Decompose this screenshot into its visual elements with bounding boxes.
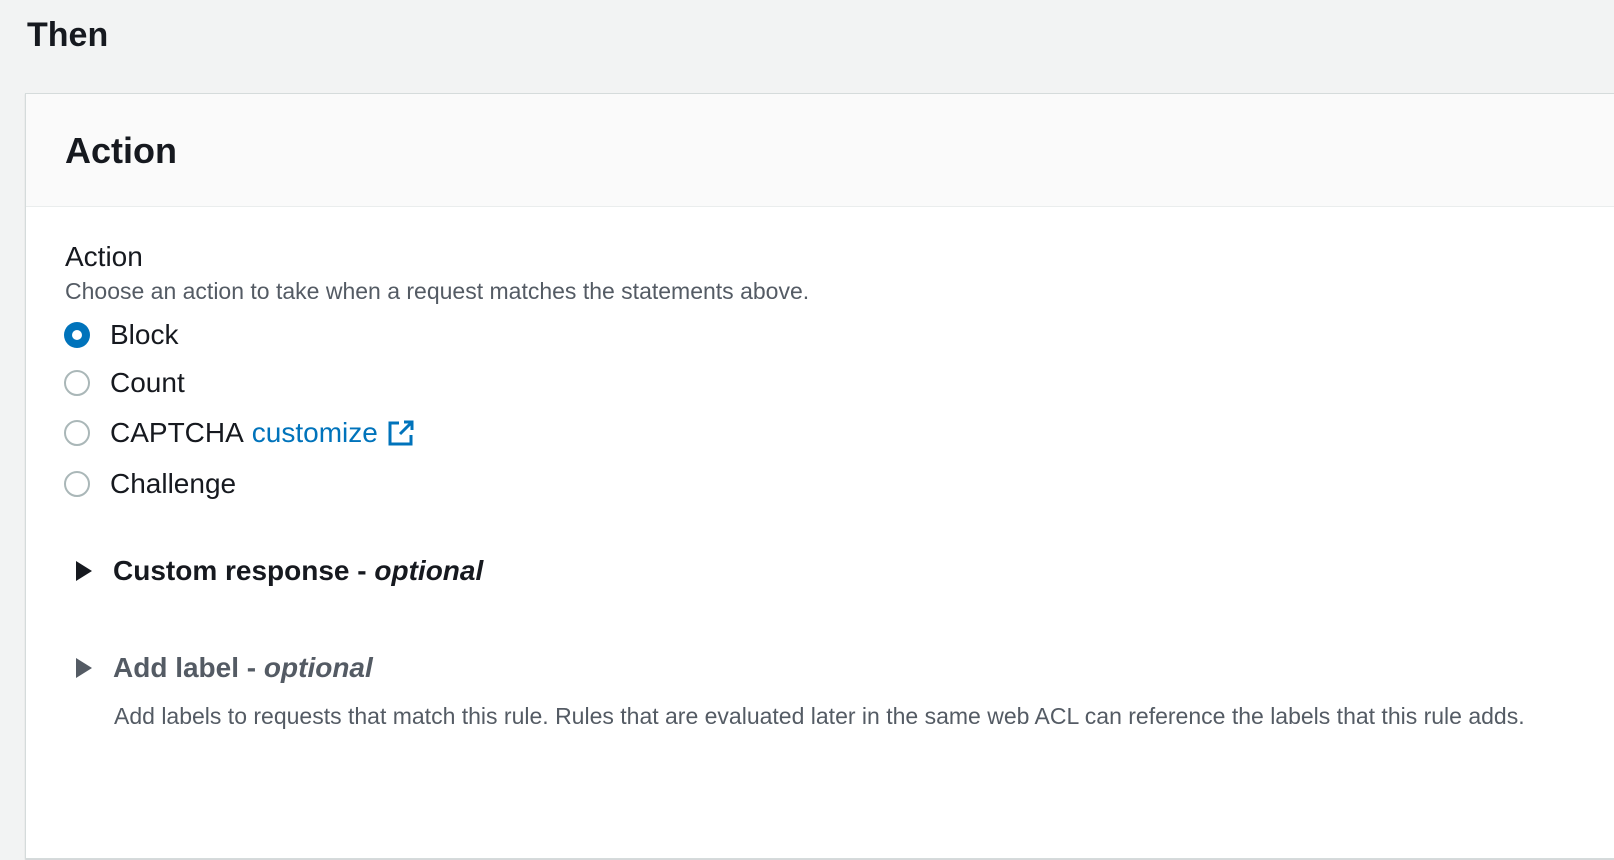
radio-button-count[interactable]	[64, 370, 90, 396]
radio-button-challenge[interactable]	[64, 471, 90, 497]
action-field-description: Choose an action to take when a request …	[65, 278, 810, 304]
radio-label-captcha[interactable]: CAPTCHA	[110, 415, 244, 451]
action-panel: Action Action Choose an action to take w…	[25, 93, 1614, 859]
radio-option-captcha[interactable]: CAPTCHA customize	[64, 413, 415, 453]
custom-response-optional: optional	[374, 555, 484, 586]
radio-button-block[interactable]	[64, 322, 90, 348]
add-label-title[interactable]: Add label - optional	[113, 650, 373, 686]
caret-right-icon[interactable]	[76, 658, 92, 678]
radio-label-count[interactable]: Count	[110, 365, 185, 401]
add-label-optional: optional	[263, 652, 373, 683]
add-label-description: Add labels to requests that match this r…	[114, 703, 1525, 729]
panel-header: Action	[26, 94, 1614, 207]
radio-option-challenge[interactable]: Challenge	[64, 464, 236, 504]
radio-option-count[interactable]: Count	[64, 363, 185, 403]
radio-label-block[interactable]: Block	[110, 317, 178, 353]
radio-button-captcha[interactable]	[64, 420, 90, 446]
external-link-icon[interactable]	[387, 419, 415, 447]
section-title: Then	[27, 16, 109, 54]
custom-response-expander[interactable]: Custom response - optional	[76, 551, 483, 591]
customize-link[interactable]: customize	[252, 415, 378, 451]
panel-title: Action	[65, 130, 177, 171]
add-label-expander[interactable]: Add label - optional	[76, 648, 373, 688]
custom-response-title-text: Custom response -	[113, 555, 375, 586]
custom-response-title[interactable]: Custom response - optional	[113, 553, 483, 589]
add-label-title-text: Add label -	[113, 652, 264, 683]
radio-option-block[interactable]: Block	[64, 315, 178, 355]
caret-right-icon[interactable]	[76, 561, 92, 581]
radio-label-challenge[interactable]: Challenge	[110, 466, 236, 502]
action-field-label: Action	[65, 241, 143, 272]
